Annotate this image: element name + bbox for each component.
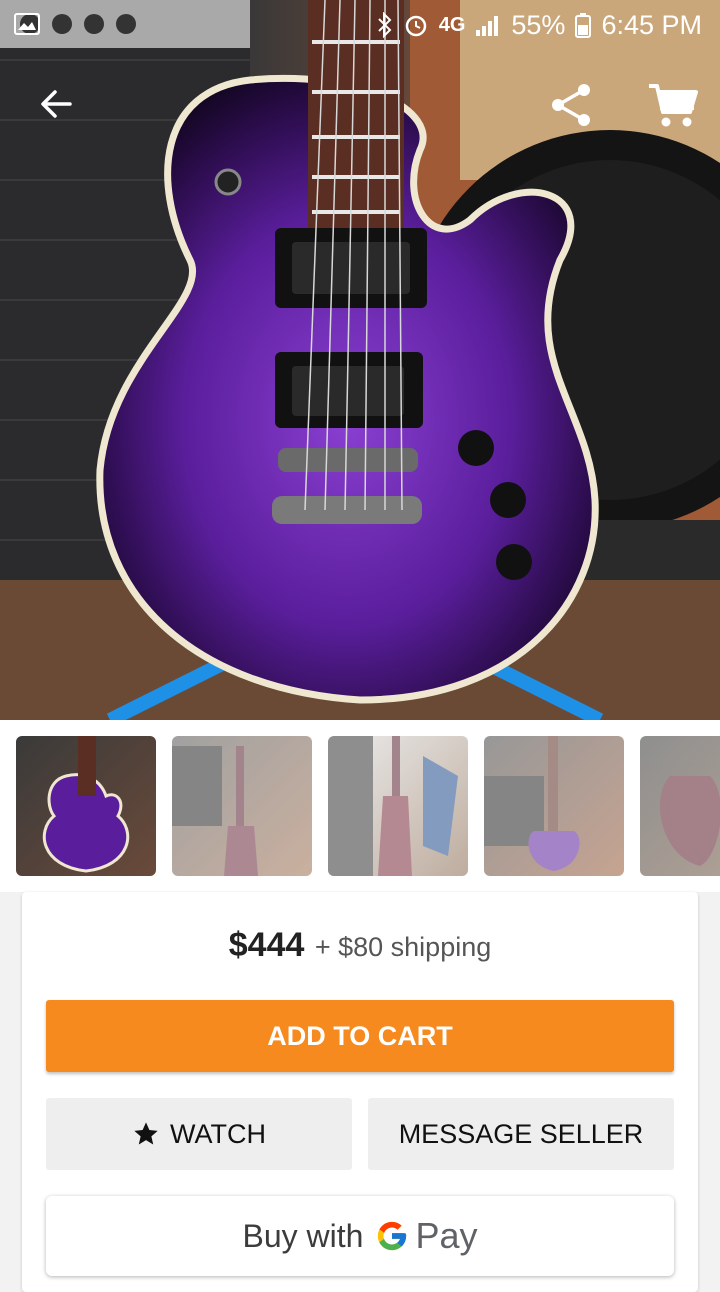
price-row: $444 + $80 shipping bbox=[22, 926, 698, 965]
watch-button[interactable]: WATCH bbox=[46, 1098, 352, 1170]
thumbnail-2[interactable] bbox=[172, 736, 312, 876]
gallery-notification-icon bbox=[14, 12, 40, 43]
shipping-cost: + $80 shipping bbox=[314, 932, 492, 962]
message-seller-label: MESSAGE SELLER bbox=[398, 1118, 644, 1149]
google-g-icon bbox=[375, 1219, 409, 1253]
shopping-cart-icon bbox=[649, 84, 698, 127]
guitar-image bbox=[0, 0, 720, 720]
battery-percent: 55% bbox=[511, 9, 566, 40]
signal-icon bbox=[475, 13, 501, 37]
share-button[interactable] bbox=[546, 80, 596, 130]
watch-label: WATCH bbox=[170, 1118, 266, 1149]
cart-button[interactable] bbox=[646, 80, 700, 130]
add-to-cart-label: ADD TO CART bbox=[267, 1020, 453, 1051]
thumbnail-1[interactable] bbox=[16, 736, 156, 876]
bluetooth-icon bbox=[377, 12, 393, 38]
star-icon bbox=[134, 1122, 158, 1145]
add-to-cart-button[interactable]: ADD TO CART bbox=[46, 1000, 674, 1072]
purchase-card: $444 + $80 shipping ADD TO CART WATCH ME… bbox=[22, 892, 698, 1292]
message-seller-button[interactable]: MESSAGE SELLER bbox=[368, 1098, 674, 1170]
pay-label: Pay bbox=[415, 1215, 478, 1256]
status-bar: 4G 55% 6:45 PM bbox=[0, 0, 720, 50]
share-icon bbox=[552, 84, 590, 126]
product-photo[interactable] bbox=[0, 0, 720, 720]
arrow-left-icon bbox=[41, 90, 72, 118]
thumbnail-3[interactable] bbox=[328, 736, 468, 876]
thumbnail-4[interactable] bbox=[484, 736, 624, 876]
clock: 6:45 PM bbox=[601, 9, 702, 40]
thumbnail-strip[interactable] bbox=[0, 720, 720, 892]
buy-with-label: Buy with bbox=[242, 1217, 364, 1254]
thumbnail-5[interactable] bbox=[640, 736, 720, 876]
price: $444 bbox=[228, 926, 305, 964]
back-button[interactable] bbox=[34, 82, 78, 126]
network-type-label: 4G bbox=[438, 13, 466, 36]
alarm-icon bbox=[403, 12, 429, 38]
battery-icon bbox=[575, 12, 592, 38]
google-pay-button[interactable]: Buy with Pay bbox=[46, 1196, 674, 1276]
